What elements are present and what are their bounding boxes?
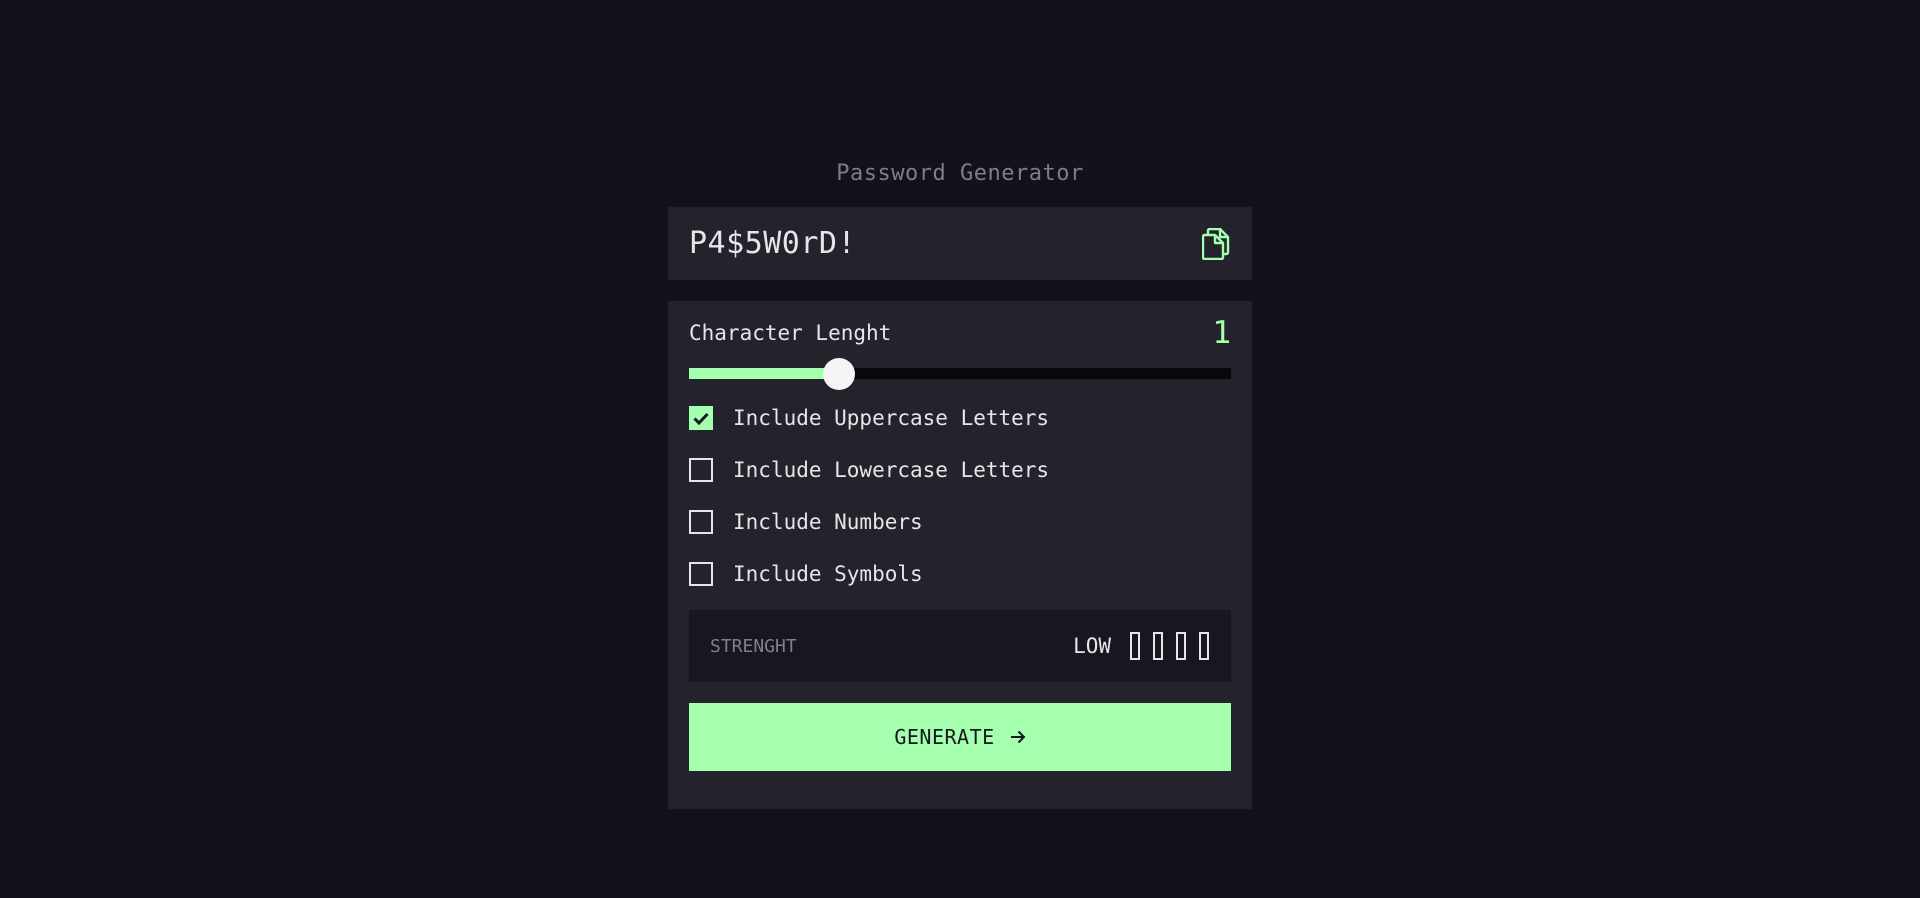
password-display: P4$5W0rD! (668, 207, 1252, 280)
option-uppercase-label: Include Uppercase Letters (733, 406, 1050, 430)
option-uppercase[interactable]: Include Uppercase Letters (689, 405, 1231, 431)
option-numbers[interactable]: Include Numbers (689, 509, 1231, 535)
option-symbols-label: Include Symbols (733, 562, 923, 586)
options-list: Include Uppercase Letters Include Lowerc… (689, 405, 1231, 587)
check-icon (693, 412, 709, 425)
checkbox-symbols[interactable] (689, 562, 713, 586)
option-lowercase[interactable]: Include Lowercase Letters (689, 457, 1231, 483)
strength-label: STRENGHT (710, 635, 797, 657)
character-length-value: 1 (1212, 315, 1231, 351)
generate-label: GENERATE (894, 725, 995, 749)
arrow-right-icon (1010, 730, 1026, 744)
strength-indicator: LOW (1073, 632, 1231, 660)
option-symbols[interactable]: Include Symbols (689, 561, 1231, 587)
strength-bars (1130, 632, 1209, 660)
checkbox-lowercase[interactable] (689, 458, 713, 482)
strength-bar (1199, 632, 1209, 660)
settings-panel: Character Lenght 1 Include Uppercase Let… (668, 301, 1252, 809)
checkbox-uppercase[interactable] (689, 406, 713, 430)
password-text: P4$5W0rD! (689, 226, 857, 261)
strength-bar (1153, 632, 1163, 660)
generate-button[interactable]: GENERATE (689, 703, 1231, 771)
length-slider[interactable] (689, 357, 1231, 390)
app-title: Password Generator (836, 161, 1084, 186)
copy-button[interactable] (1201, 227, 1231, 260)
strength-meter: STRENGHT LOW (689, 610, 1231, 682)
character-length-row: Character Lenght 1 (689, 315, 1231, 351)
character-length-label: Character Lenght (689, 321, 892, 345)
option-lowercase-label: Include Lowercase Letters (733, 458, 1050, 482)
slider-fill (689, 368, 839, 379)
checkbox-numbers[interactable] (689, 510, 713, 534)
strength-level: LOW (1073, 634, 1111, 658)
password-generator: Password Generator P4$5W0rD! Character L… (668, 158, 1252, 809)
copy-icon (1202, 227, 1230, 260)
slider-thumb[interactable] (822, 357, 855, 390)
option-numbers-label: Include Numbers (733, 510, 923, 534)
strength-bar (1130, 632, 1140, 660)
strength-bar (1176, 632, 1186, 660)
